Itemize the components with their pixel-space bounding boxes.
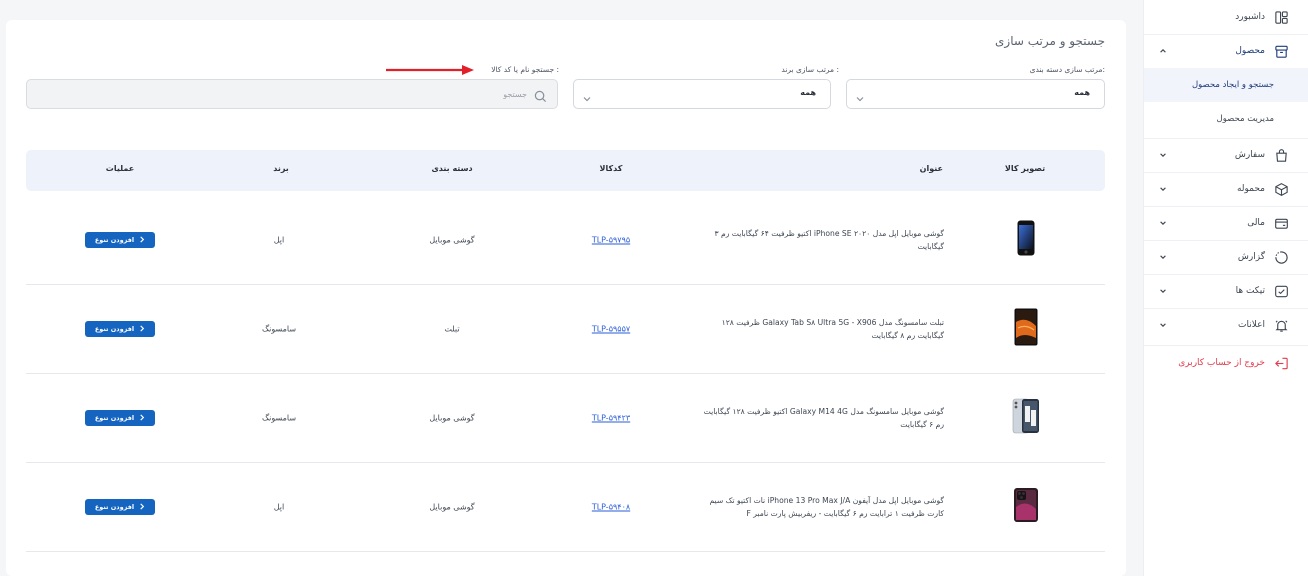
brand-select[interactable]: همه — [573, 79, 831, 109]
product-brand: سامسونگ — [261, 413, 297, 423]
section-title: جستجو و مرتب سازی — [995, 34, 1105, 48]
table-row: تبلت سامسونگ مدل Galaxy Tab S۸ Ultra 5G … — [26, 285, 1105, 374]
wallet-icon — [1273, 215, 1289, 231]
product-category: گوشی موبایل — [429, 502, 475, 512]
brand-filter-label: مرتب سازی برند : — [781, 65, 839, 74]
iphone-se-image — [1017, 220, 1035, 260]
logout-icon — [1273, 355, 1289, 371]
product-brand: اپل — [273, 502, 285, 512]
main-card: جستجو و مرتب سازی مرتب سازی دسته بندی: ه… — [6, 20, 1126, 576]
chevron-down-icon — [1158, 320, 1168, 330]
sidebar-item-label: داشبورد — [1235, 12, 1265, 22]
sidebar-item-shipment[interactable]: محموله — [1144, 172, 1308, 206]
chevron-right-icon — [139, 324, 145, 334]
bell-icon — [1273, 317, 1289, 333]
product-category: گوشی موبایل — [429, 235, 475, 245]
sidebar: داشبورد محصول جستجو و ایجاد محصول مدیریت… — [1143, 0, 1308, 576]
sidebar-item-notifications[interactable]: اعلانات — [1144, 308, 1308, 342]
sidebar-item-dashboard[interactable]: داشبورد — [1144, 0, 1308, 34]
galaxy-m14-image — [1012, 398, 1040, 438]
header-image: تصویر کالا — [1004, 164, 1046, 173]
sidebar-subitem-manage-product[interactable]: مدیریت محصول — [1144, 102, 1308, 136]
table-row: گوشی موبایل سامسونگ مدل Galaxy M14 4G اک… — [26, 374, 1105, 463]
category-select[interactable]: همه — [846, 79, 1105, 109]
dashboard-icon — [1273, 9, 1289, 25]
galaxy-tab-image — [1014, 308, 1038, 350]
sidebar-item-report[interactable]: گزارش — [1144, 240, 1308, 274]
chevron-down-icon — [1158, 286, 1168, 296]
table-header: تصویر کالا عنوان کدکالا دسته بندی برند ع… — [26, 150, 1105, 191]
sidebar-item-label: سفارش — [1234, 150, 1265, 160]
table-row: گوشی موبایل اپل مدل آیفون iPhone 13 Pro … — [26, 463, 1105, 552]
add-variant-button[interactable]: افزودن تنوع — [85, 321, 155, 337]
chevron-right-icon — [139, 235, 145, 245]
header-category: دسته بندی — [431, 164, 473, 173]
sidebar-item-product[interactable]: محصول — [1144, 34, 1308, 68]
add-variant-button[interactable]: افزودن تنوع — [85, 232, 155, 248]
product-category: تبلت — [444, 324, 460, 334]
sidebar-item-label: محموله — [1236, 184, 1265, 194]
product-title: گوشی موبایل اپل مدل iPhone SE ۲۰۲۰ اکتیو… — [714, 229, 944, 251]
add-variant-label: افزودن تنوع — [94, 236, 135, 244]
chevron-down-icon — [1158, 252, 1168, 262]
chevron-down-icon — [1158, 184, 1168, 194]
sidebar-item-label: محصول — [1235, 46, 1265, 56]
product-code-link[interactable]: TLP-۵۹۴۲۳ — [592, 414, 630, 423]
chevron-up-icon — [1158, 46, 1168, 56]
brand-select-value: همه — [800, 88, 816, 97]
search-label: جستجو نام یا کد کالا : — [491, 65, 559, 74]
sidebar-item-finance[interactable]: مالی — [1144, 206, 1308, 240]
chevron-down-icon — [582, 89, 592, 102]
logout-button[interactable]: خروج از حساب کاربری — [1144, 346, 1308, 380]
add-variant-label: افزودن تنوع — [94, 414, 135, 422]
header-brand: برند — [273, 164, 289, 173]
search-input[interactable] — [47, 80, 527, 108]
sidebar-item-label: مالی — [1247, 218, 1265, 228]
add-variant-label: افزودن تنوع — [94, 503, 135, 511]
product-title: گوشی موبایل سامسونگ مدل Galaxy M14 4G اک… — [703, 407, 944, 429]
product-title: تبلت سامسونگ مدل Galaxy Tab S۸ Ultra 5G … — [721, 318, 944, 340]
add-variant-button[interactable]: افزودن تنوع — [85, 410, 155, 426]
sidebar-subitem-search-create[interactable]: جستجو و ایجاد محصول — [1144, 68, 1308, 102]
sidebar-item-order[interactable]: سفارش — [1144, 138, 1308, 172]
box-icon — [1273, 43, 1289, 59]
shopping-bag-icon — [1273, 147, 1289, 163]
product-brand: اپل — [273, 235, 285, 245]
product-category: گوشی موبایل — [429, 413, 475, 423]
sidebar-item-tickets[interactable]: تیکت ها — [1144, 274, 1308, 308]
category-filter-label: مرتب سازی دسته بندی: — [1029, 65, 1105, 74]
chevron-right-icon — [139, 502, 145, 512]
header-actions: عملیات — [105, 164, 135, 173]
product-code-link[interactable]: TLP-۵۹۵۵۷ — [592, 325, 630, 334]
category-select-value: همه — [1074, 88, 1090, 97]
search-box — [26, 79, 558, 109]
header-code: کدکالا — [599, 164, 623, 173]
chevron-right-icon — [139, 413, 145, 423]
sidebar-item-label: گزارش — [1237, 252, 1265, 262]
chevron-down-icon — [1158, 150, 1168, 160]
chevron-down-icon — [1158, 218, 1168, 228]
product-code-link[interactable]: TLP-۵۹۷۹۵ — [592, 236, 630, 245]
sidebar-item-label: اعلانات — [1238, 320, 1265, 330]
product-brand: سامسونگ — [261, 324, 297, 334]
chevron-down-icon — [855, 89, 865, 102]
logout-label: خروج از حساب کاربری — [1178, 358, 1265, 368]
iphone-13-pro-max-image — [1013, 487, 1039, 527]
add-variant-button[interactable]: افزودن تنوع — [85, 499, 155, 515]
table-row: گوشی موبایل اپل مدل iPhone SE ۲۰۲۰ اکتیو… — [26, 196, 1105, 285]
package-icon — [1273, 181, 1289, 197]
sidebar-item-label: تیکت ها — [1235, 286, 1265, 296]
add-variant-label: افزودن تنوع — [94, 325, 135, 333]
product-title: گوشی موبایل اپل مدل آیفون iPhone 13 Pro … — [709, 496, 945, 518]
report-icon — [1273, 249, 1289, 265]
header-title: عنوان — [919, 164, 943, 173]
annotation-arrow — [386, 65, 474, 75]
product-code-link[interactable]: TLP-۵۹۴۰۸ — [592, 503, 630, 512]
ticket-icon — [1273, 283, 1289, 299]
search-icon — [534, 88, 547, 103]
